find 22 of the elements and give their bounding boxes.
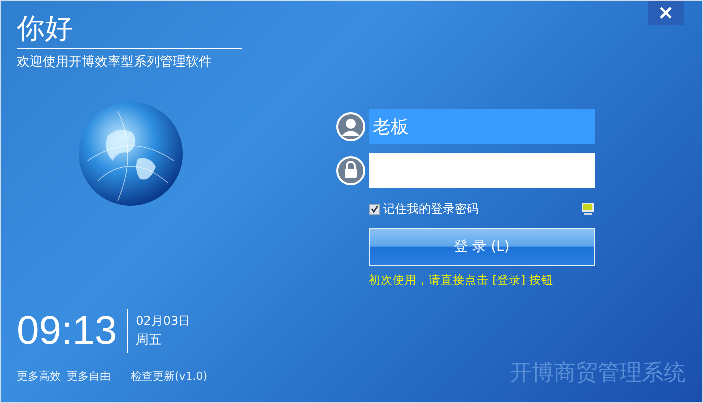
brand-text: 开博商贸管理系统 — [510, 360, 686, 388]
remember-checkbox[interactable] — [369, 204, 380, 214]
close-icon — [660, 7, 672, 19]
username-field[interactable]: 老板 — [369, 109, 595, 144]
clock-time: 09:13 — [17, 308, 128, 352]
weekday-text: 周五 — [136, 332, 164, 350]
hint-text: 初次使用，请直接点击 [登录] 按钮 — [369, 272, 554, 289]
date-text: 02月03日 — [136, 312, 191, 330]
login-button[interactable]: 登 录 (L) — [369, 228, 595, 266]
remember-label: 记住我的登录密码 — [383, 201, 479, 218]
monitor-icon[interactable] — [581, 202, 595, 216]
user-icon — [336, 112, 366, 142]
globe-icon — [78, 100, 184, 206]
check-icon — [370, 205, 378, 213]
subtitle: 欢迎使用开博效率型系列管理软件 — [17, 54, 213, 72]
lock-icon — [336, 156, 366, 186]
greeting-title: 你好 — [17, 13, 242, 49]
footer-link[interactable]: 检查更新(v1.0) — [131, 368, 208, 385]
close-button[interactable] — [648, 1, 684, 25]
password-field[interactable] — [369, 153, 595, 188]
footer-link[interactable]: 更多自由 — [67, 368, 111, 385]
footer-link[interactable]: 更多高效 — [17, 368, 61, 385]
